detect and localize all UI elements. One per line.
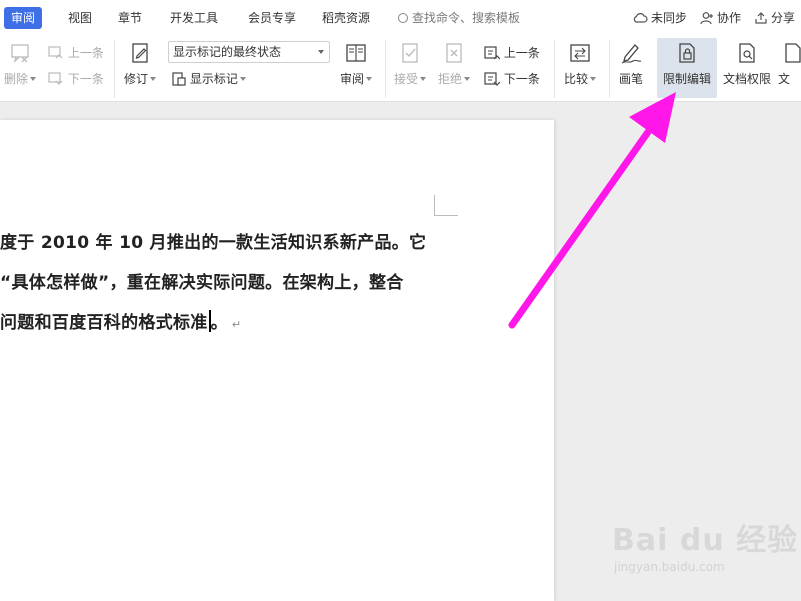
share-icon [755, 12, 767, 24]
document-page[interactable] [0, 120, 554, 601]
prev-change-label: 上一条 [503, 46, 540, 60]
document-line-3-punct: 。 [210, 313, 228, 333]
sync-label: 未同步 [651, 11, 688, 25]
user-plus-icon [700, 12, 713, 25]
accept-icon [402, 43, 418, 63]
delete-comment-button[interactable]: 删除 [2, 42, 38, 87]
markup-state-select[interactable]: 显示标记的最终状态 [168, 41, 330, 63]
ink-pen-button[interactable]: 画笔 [614, 42, 648, 87]
ink-label: 画笔 [618, 72, 643, 86]
compare-label: 比较 [563, 72, 588, 86]
next-change-label: 下一条 [503, 72, 540, 86]
next-change-icon [484, 72, 501, 86]
revise-icon [132, 43, 148, 63]
page-margin-marker [434, 195, 458, 216]
tab-view[interactable]: 视图 [68, 7, 92, 29]
prev-comment-button[interactable]: 上一条 [48, 44, 104, 61]
tab-docer[interactable]: 稻壳资源 [322, 7, 370, 29]
chevron-down-icon [318, 50, 324, 54]
collab-button[interactable]: 协作 [700, 7, 741, 29]
chevron-down-icon [30, 77, 36, 81]
compare-icon [570, 44, 590, 62]
delete-label: 删除 [3, 72, 28, 86]
next-comment-label: 下一条 [67, 72, 104, 86]
comment-delete-icon [11, 44, 29, 64]
prev-change-icon [484, 46, 501, 60]
ribbon-divider [609, 40, 610, 98]
show-markup-label: 显示标记 [189, 72, 238, 86]
accept-change-button[interactable]: 接受 [390, 42, 430, 87]
track-changes-button[interactable]: 修订 [120, 42, 160, 87]
review-pane-icon [346, 44, 366, 62]
menu-bar: 审阅 视图 章节 开发工具 会员专享 稻壳资源 查找命令、搜索模板 未同步 协作… [0, 0, 801, 36]
document-line-2[interactable]: “具体怎样做”，重在解决实际问题。在架构上，整合 [0, 268, 404, 293]
doc-icon [785, 43, 801, 63]
chevron-down-icon [420, 77, 426, 81]
show-markup-icon [172, 72, 186, 86]
revise-label: 修订 [123, 72, 148, 86]
next-comment-icon [48, 72, 63, 85]
doc-extra-button[interactable]: 文 [778, 42, 801, 87]
pen-icon [621, 44, 642, 64]
doc-permission-button[interactable]: 文档权限 [720, 42, 774, 87]
tab-member[interactable]: 会员专享 [248, 7, 296, 29]
prev-change-button[interactable]: 上一条 [484, 44, 540, 61]
restrict-edit-button[interactable]: 限制编辑 [658, 42, 716, 87]
document-line-3[interactable]: 问题和百度百科的格式标准。 ↵ [0, 308, 241, 333]
chevron-down-icon [464, 77, 470, 81]
sync-status-button[interactable]: 未同步 [632, 7, 687, 29]
ribbon-toolbar: 删除 上一条 下一条 修订 显示标记的最终状态 显示标记 审阅 接受 拒绝 上一… [0, 36, 801, 102]
prev-comment-icon [48, 46, 63, 59]
share-button[interactable]: 分享 [754, 7, 795, 29]
paragraph-mark-icon: ↵ [231, 318, 242, 331]
next-comment-button[interactable]: 下一条 [48, 70, 104, 87]
search-placeholder: 查找命令、搜索模板 [412, 11, 521, 25]
doc-extra-label: 文 [778, 72, 791, 86]
doc-lock-icon [679, 43, 695, 63]
doc-permission-label: 文档权限 [722, 72, 771, 86]
chevron-down-icon [239, 77, 246, 81]
baidu-jingyan-watermark: Bai du 经验 jingyan.baidu.com [612, 515, 799, 574]
ribbon-divider [385, 40, 386, 98]
chevron-down-icon [150, 77, 156, 81]
watermark-logo: Bai du 经验 [612, 523, 799, 558]
reject-change-button[interactable]: 拒绝 [434, 42, 474, 87]
markup-state-value: 显示标记的最终状态 [173, 45, 282, 59]
reject-icon [446, 43, 462, 63]
doc-permission-icon [739, 43, 755, 63]
tab-chapter[interactable]: 章节 [118, 7, 142, 29]
chevron-down-icon [590, 77, 596, 81]
collab-label: 协作 [717, 11, 742, 25]
tab-review[interactable]: 审阅 [4, 7, 43, 29]
watermark-url: jingyan.baidu.com [614, 560, 725, 574]
reject-label: 拒绝 [437, 72, 462, 86]
review-pane-button[interactable]: 审阅 [336, 42, 376, 87]
tab-developer[interactable]: 开发工具 [170, 7, 218, 29]
next-change-button[interactable]: 下一条 [484, 70, 540, 87]
prev-comment-label: 上一条 [67, 46, 104, 60]
ribbon-divider [114, 40, 115, 98]
chevron-down-icon [366, 77, 372, 81]
ribbon-divider [554, 40, 555, 98]
document-line-1[interactable]: 度于 2010 年 10 月推出的一款生活知识系新产品。它 [0, 228, 426, 253]
document-line-3-text: 问题和百度百科的格式标准 [0, 313, 208, 333]
show-markup-button[interactable]: 显示标记 [172, 70, 246, 87]
share-label: 分享 [771, 11, 796, 25]
compare-button[interactable]: 比较 [560, 42, 600, 87]
review-label: 审阅 [339, 72, 364, 86]
restrict-edit-label: 限制编辑 [662, 72, 711, 86]
cloud-icon [633, 13, 648, 23]
accept-label: 接受 [393, 72, 418, 86]
command-search[interactable]: 查找命令、搜索模板 [398, 7, 520, 29]
search-icon [398, 13, 408, 23]
